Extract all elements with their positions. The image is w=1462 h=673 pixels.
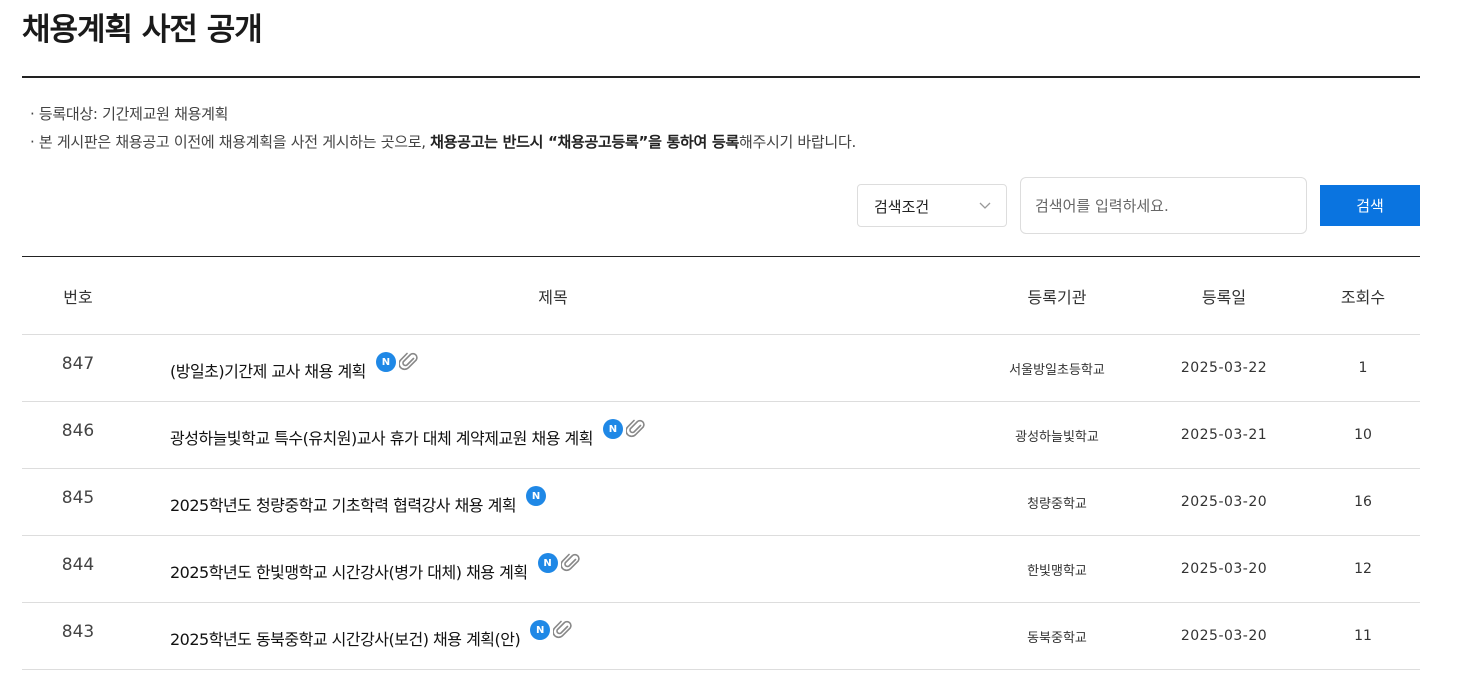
table-header-row: 번호 제목 등록기관 등록일 조회수	[22, 257, 1420, 335]
row-date: 2025-03-20	[1180, 628, 1268, 644]
row-date: 2025-03-22	[1180, 360, 1268, 376]
row-title-link[interactable]: 2025학년도 청량중학교 기초학력 협력강사 채용 계획	[170, 492, 517, 516]
row-title-link[interactable]: 2025학년도 한빛맹학교 시간강사(병가 대체) 채용 계획	[170, 559, 528, 583]
notice-text: · 본 게시판은 채용공고 이전에 채용계획을 사전 게시하는 곳으로,	[30, 133, 431, 151]
new-badge-icon: N	[537, 553, 558, 573]
row-org: 동북중학교	[1027, 630, 1087, 646]
page-title: 채용계획 사전 공개	[22, 12, 263, 48]
row-number: 847	[61, 354, 95, 374]
row-title-link[interactable]: (방일초)기간제 교사 채용 계획	[170, 358, 366, 382]
notice-box: · 등록대상: 기간제교원 채용계획 · 본 게시판은 채용공고 이전에 채용계…	[30, 102, 856, 158]
row-views: 16	[1354, 494, 1372, 510]
row-title-link[interactable]: 광성하늘빛학교 특수(유치원)교사 휴가 대체 계약제교원 채용 계획	[170, 425, 593, 449]
row-number: 843	[61, 622, 95, 642]
row-title-cell: 광성하늘빛학교 특수(유치원)교사 휴가 대체 계약제교원 채용 계획 N	[170, 402, 950, 468]
row-date: 2025-03-20	[1180, 561, 1268, 577]
search-condition-value: 검색조건	[874, 198, 930, 216]
table-row: 843 2025학년도 동북중학교 시간강사(보건) 채용 계획(안) N 동북중학교…	[22, 603, 1420, 670]
table-row: 844 2025학년도 한빛맹학교 시간강사(병가 대체) 채용 계획 N 한빛맹학교…	[22, 536, 1420, 603]
notice-text-end: 해주시기 바랍니다.	[738, 133, 856, 151]
new-badge-icon: N	[526, 486, 547, 506]
row-org: 한빛맹학교	[1027, 563, 1087, 579]
search-button[interactable]: 검색	[1320, 185, 1420, 226]
row-title-cell: 2025학년도 한빛맹학교 시간강사(병가 대체) 채용 계획 N	[170, 536, 950, 602]
row-date: 2025-03-20	[1180, 494, 1268, 510]
paperclip-icon[interactable]	[560, 553, 581, 573]
row-views: 1	[1358, 360, 1368, 376]
header-number: 번호	[63, 287, 93, 307]
header-org: 등록기관	[1027, 287, 1087, 307]
new-badge-icon: N	[602, 419, 623, 439]
row-title-link[interactable]: 2025학년도 동북중학교 시간강사(보건) 채용 계획(안)	[170, 626, 521, 650]
new-badge-icon: N	[530, 620, 551, 640]
row-date: 2025-03-21	[1180, 427, 1268, 443]
row-number: 844	[61, 555, 95, 575]
chevron-down-icon	[979, 202, 991, 209]
row-views: 12	[1354, 561, 1372, 577]
row-title-cell: (방일초)기간제 교사 채용 계획 N	[170, 335, 950, 401]
table-row: 845 2025학년도 청량중학교 기초학력 협력강사 채용 계획 N 청량중학교 20…	[22, 469, 1420, 536]
new-badge-icon: N	[375, 352, 396, 372]
row-views: 10	[1354, 427, 1372, 443]
row-title-cell: 2025학년도 청량중학교 기초학력 협력강사 채용 계획 N	[170, 469, 950, 535]
row-org: 청량중학교	[1027, 496, 1087, 512]
table-row: 847 (방일초)기간제 교사 채용 계획 N 서울방일초등학교 2025-03-22 1	[22, 335, 1420, 402]
row-number: 845	[61, 488, 95, 508]
header-views: 조회수	[1340, 287, 1386, 307]
paperclip-icon[interactable]	[398, 352, 419, 372]
table-row: 846 광성하늘빛학교 특수(유치원)교사 휴가 대체 계약제교원 채용 계획 N 광…	[22, 402, 1420, 469]
table-body: 847 (방일초)기간제 교사 채용 계획 N 서울방일초등학교 2025-03-22 1…	[22, 335, 1420, 670]
paperclip-icon[interactable]	[553, 620, 573, 640]
notice-line-target: · 등록대상: 기간제교원 채용계획	[30, 105, 229, 123]
paperclip-icon[interactable]	[625, 419, 646, 439]
search-condition-select[interactable]: 검색조건	[857, 184, 1007, 227]
search-input[interactable]	[1020, 177, 1307, 234]
header-date: 등록일	[1201, 287, 1247, 307]
title-divider	[22, 76, 1420, 78]
row-org: 광성하늘빛학교	[1015, 429, 1099, 445]
notice-line-guide: · 본 게시판은 채용공고 이전에 채용계획을 사전 게시하는 곳으로, 채용공…	[30, 130, 856, 158]
row-org: 서울방일초등학교	[1009, 362, 1105, 378]
row-number: 846	[61, 421, 95, 441]
recruitment-plan-table: 번호 제목 등록기관 등록일 조회수 847 (방일초)기간제 교사 채용 계획 N…	[22, 256, 1420, 670]
row-title-cell: 2025학년도 동북중학교 시간강사(보건) 채용 계획(안) N	[170, 603, 950, 669]
notice-emphasis: 채용공고는 반드시 “채용공고등록”을 통하여 등록	[430, 133, 739, 151]
row-views: 11	[1354, 628, 1372, 644]
header-title: 제목	[538, 287, 568, 307]
